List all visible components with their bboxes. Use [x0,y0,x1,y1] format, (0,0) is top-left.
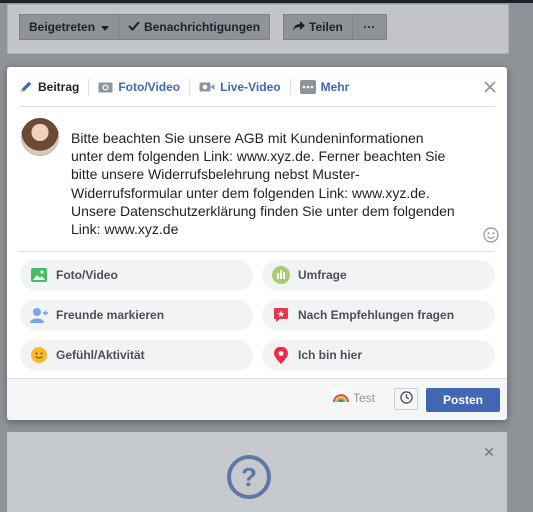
clock-icon [399,391,413,407]
recommendations-action[interactable]: Nach Empfehlungen fragen [262,300,495,330]
top-border [0,0,533,3]
location-pin-icon [272,346,290,364]
notifications-label: Benachrichtigungen [144,20,261,34]
notifications-button[interactable]: Benachrichtigungen [119,14,271,40]
check-in-action[interactable]: Ich bin hier [262,340,495,370]
emoji-icon[interactable] [483,227,499,243]
right-background [507,60,533,505]
poll-action[interactable]: Umfrage [262,260,495,290]
poll-label: Umfrage [298,268,347,282]
audience-label: Test [353,390,376,405]
camera-icon [98,81,113,93]
joined-label: Beigetreten [29,20,96,34]
more-options-button[interactable]: ··· [352,14,387,40]
avatar [21,118,59,156]
divider [19,251,495,252]
photo-icon [30,266,48,284]
poll-icon [272,266,290,284]
share-label: Teilen [309,20,343,34]
tag-friends-action[interactable]: Freunde markieren [20,300,253,330]
video-camera-icon [199,81,215,93]
recommendations-label: Nach Empfehlungen fragen [298,308,455,322]
background-card: ✕ ? [7,432,507,512]
tab-live-video[interactable]: Live-Video [190,75,289,99]
more-dots-icon [299,80,316,94]
tab-more-label: Mehr [320,80,350,94]
question-mark-icon: ? [227,455,271,499]
check-in-label: Ich bin hier [298,348,363,362]
tag-friends-label: Freunde markieren [56,308,165,322]
checkmark-icon [128,20,140,34]
audience-selector[interactable]: Test [333,389,375,406]
rainbow-group-icon [333,389,349,406]
composer-tabs: Beitrag Foto/Video Live-Video Mehr [19,75,358,99]
composer-footer: Test Posten [7,379,507,420]
pencil-icon [19,80,33,94]
tab-post[interactable]: Beitrag [19,75,88,99]
share-button[interactable]: Teilen [283,14,353,40]
close-icon[interactable] [483,80,497,94]
photo-video-label: Foto/Video [56,268,118,282]
photo-video-action[interactable]: Foto/Video [20,260,253,290]
tag-friends-icon [30,306,48,324]
tab-photo-video[interactable]: Foto/Video [89,75,189,99]
tab-live-video-label: Live-Video [220,80,281,94]
recommendations-icon [272,306,290,324]
group-toolbar: Beigetreten Benachrichtigungen Teilen ··… [19,14,387,42]
feeling-icon [30,346,48,364]
feeling-activity-action[interactable]: Gefühl/Aktivität [20,340,253,370]
joined-button[interactable]: Beigetreten [19,14,120,40]
chevron-down-icon [101,20,110,34]
post-composer: Beitrag Foto/Video Live-Video Mehr Bitte [7,67,507,420]
share-arrow-icon [293,20,306,34]
tab-post-label: Beitrag [38,80,80,94]
divider [19,106,495,107]
close-icon: ✕ [483,444,495,460]
tab-photo-video-label: Foto/Video [118,80,181,94]
schedule-button[interactable] [394,388,418,410]
tab-more[interactable]: Mehr [291,75,359,99]
feeling-activity-label: Gefühl/Aktivität [56,348,145,362]
more-dots-label: ··· [363,20,376,34]
post-button[interactable]: Posten [426,388,500,412]
post-text-input[interactable]: Bitte beachten Sie unsere AGB mit Kunden… [71,129,471,238]
